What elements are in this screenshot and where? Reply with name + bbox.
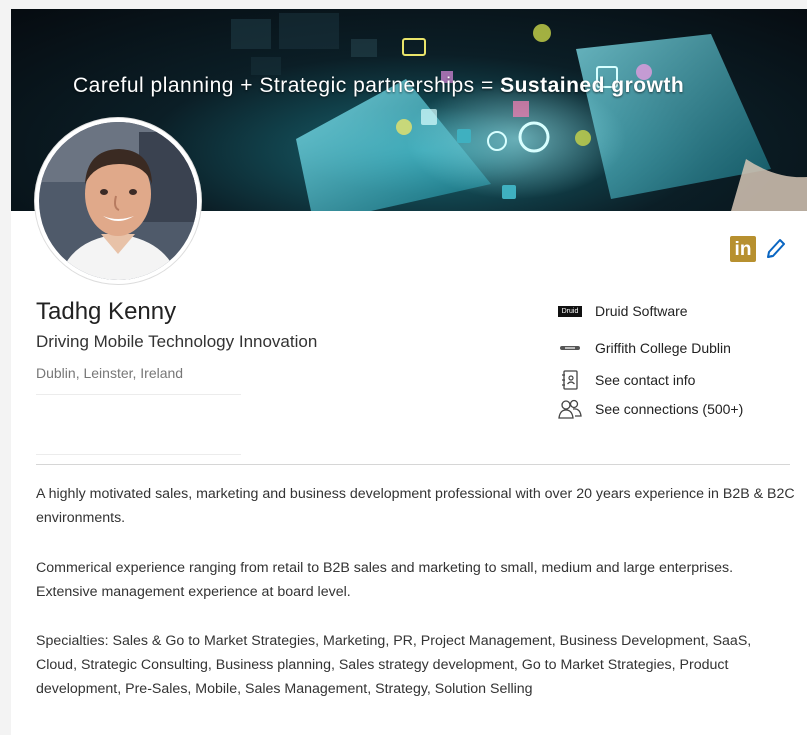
- about-paragraph: Commerical experience ranging from retai…: [36, 560, 734, 600]
- contact-info-label: See contact info: [595, 372, 696, 388]
- current-company[interactable]: Druid Druid Software: [557, 301, 688, 321]
- see-connections-link[interactable]: See connections (500+): [557, 399, 743, 419]
- profile-card: Careful planning + Strategic partnership…: [11, 9, 807, 735]
- pencil-icon[interactable]: [764, 237, 786, 261]
- profile-photo[interactable]: [35, 118, 201, 284]
- druid-logo-icon: Druid: [557, 301, 583, 321]
- school-name: Griffith College Dublin: [595, 340, 731, 356]
- company-name: Druid Software: [595, 303, 688, 319]
- profile-location: Dublin, Leinster, Ireland: [36, 365, 184, 381]
- avatar: [39, 122, 197, 280]
- about-paragraph: A highly motivated sales, marketing and …: [36, 486, 795, 526]
- people-icon: [557, 399, 583, 419]
- profile-headline: Driving Mobile Technology Innovation: [36, 332, 318, 351]
- linkedin-icon[interactable]: in: [730, 236, 756, 262]
- section-divider: [36, 464, 790, 465]
- profile-name: Tadhg Kenny: [36, 298, 177, 325]
- see-contact-info-link[interactable]: See contact info: [557, 370, 695, 390]
- divider: [36, 454, 241, 455]
- about-paragraph: Specialties: Sales & Go to Market Strate…: [36, 633, 752, 697]
- connections-label: See connections (500+): [595, 401, 744, 417]
- address-book-icon: [557, 370, 583, 390]
- griffith-logo-icon: [557, 338, 583, 358]
- education-school[interactable]: Griffith College Dublin: [557, 338, 731, 358]
- banner-tagline: Careful planning + Strategic partnership…: [73, 74, 685, 97]
- divider: [36, 394, 241, 395]
